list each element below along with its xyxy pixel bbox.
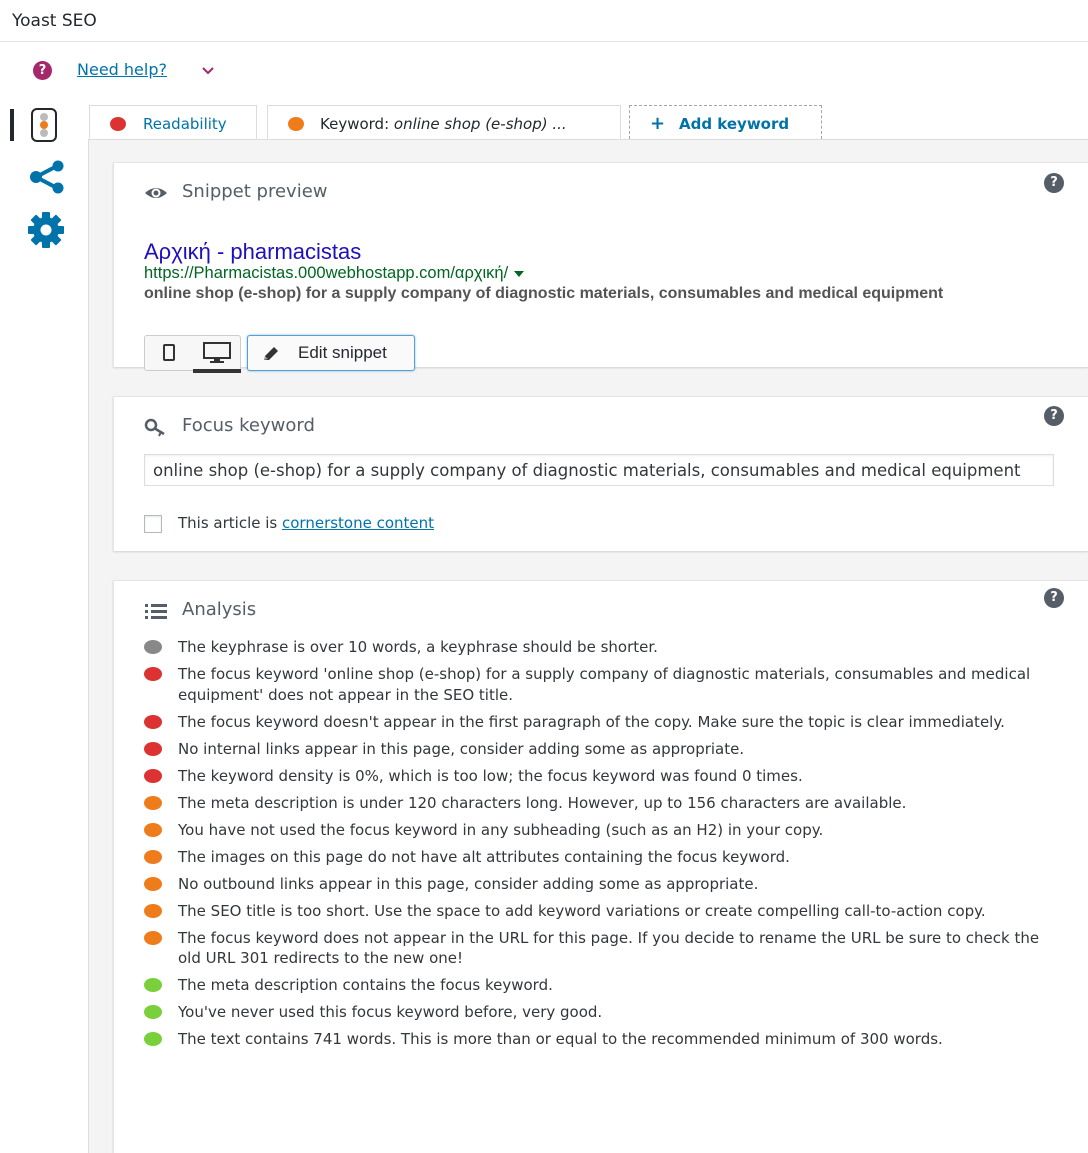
metabox-title: Yoast SEO — [12, 11, 97, 31]
help-row: ? Need help? — [33, 58, 333, 84]
edit-snippet-label: Edit snippet — [298, 343, 387, 362]
analysis-item: No internal links appear in this page, c… — [144, 739, 1044, 760]
device-toggle — [144, 335, 241, 373]
tab-keyword-label: Keyword: online shop (e-shop) ... — [320, 115, 567, 133]
key-icon — [144, 418, 165, 437]
question-circle-icon: ? — [33, 61, 52, 80]
analysis-item: You've never used this focus keyword bef… — [144, 1002, 1044, 1023]
analysis-item: The SEO title is too short. Use the spac… — [144, 901, 1044, 922]
need-help-link[interactable]: Need help? — [77, 60, 167, 79]
sidebar-divider — [88, 140, 89, 1153]
analysis-item: The keyphrase is over 10 words, a keyphr… — [144, 637, 1044, 658]
edit-snippet-button[interactable]: Edit snippet — [247, 335, 415, 371]
status-bullet-red — [144, 741, 162, 756]
add-keyword-label: Add keyword — [679, 115, 790, 133]
status-bullet-orange — [144, 849, 162, 864]
status-bullet-grey — [144, 640, 162, 654]
analysis-item: The focus keyword 'online shop (e-shop) … — [144, 664, 1044, 705]
analysis-item-text: The focus keyword doesn't appear in the … — [178, 712, 1005, 731]
analysis-list: The keyphrase is over 10 words, a keyphr… — [144, 637, 1044, 1056]
analysis-item-text: No internal links appear in this page, c… — [178, 739, 745, 758]
active-device-indicator — [193, 369, 241, 373]
help-icon[interactable]: ? — [1044, 173, 1064, 193]
snippet-description[interactable]: online shop (e-shop) for a supply compan… — [144, 284, 1044, 304]
eye-icon — [145, 188, 167, 198]
chevron-down-icon[interactable] — [199, 62, 217, 80]
analysis-item-text: The keyphrase is over 10 words, a keyphr… — [178, 638, 658, 656]
analysis-item-text: The meta description contains the focus … — [178, 976, 553, 994]
tab-keyword-value: online shop (e-shop) ... — [393, 115, 567, 133]
analysis-item: No outbound links appear in this page, c… — [144, 874, 1044, 895]
analysis-item-text: The focus keyword does not appear in the… — [178, 928, 1040, 968]
analysis-item-text: The images on this page do not have alt … — [178, 847, 790, 866]
list-icon — [145, 604, 167, 619]
analysis-item: The images on this page do not have alt … — [144, 847, 1044, 868]
focus-keyword-heading-label: Focus keyword — [182, 415, 315, 436]
tabs-baseline — [88, 139, 1088, 140]
status-bullet-green — [144, 978, 162, 992]
status-bullet-green — [144, 1005, 162, 1019]
status-bullet-red — [110, 117, 126, 131]
status-bullet-red — [144, 667, 162, 681]
analysis-item: The meta description contains the focus … — [144, 975, 1044, 996]
analysis-item-text: No outbound links appear in this page, c… — [178, 874, 759, 893]
analysis-item: The text contains 741 words. This is mor… — [144, 1029, 1044, 1050]
snippet-url[interactable]: https://Pharmacistas.000webhostapp.com/α… — [144, 264, 525, 283]
add-keyword-button[interactable]: + Add keyword — [629, 105, 822, 139]
desktop-icon[interactable] — [203, 342, 231, 364]
analysis-item-text: The meta description is under 120 charac… — [178, 793, 907, 812]
plus-icon: + — [650, 113, 666, 134]
focus-keyword-panel: Focus keyword ? online shop (e-shop) for… — [113, 396, 1088, 551]
tab-keyword[interactable]: Keyword: online shop (e-shop) ... — [267, 105, 621, 140]
analysis-panel: Analysis ? The keyphrase is over 10 word… — [113, 580, 1088, 1153]
mobile-icon[interactable] — [163, 344, 175, 361]
help-icon[interactable]: ? — [1044, 588, 1064, 608]
analysis-item-text: You have not used the focus keyword in a… — [178, 820, 824, 839]
status-bullet-green — [144, 1032, 162, 1046]
cornerstone-content-link[interactable]: cornerstone content — [282, 514, 434, 532]
tab-readability-label: Readability — [143, 115, 227, 133]
cornerstone-label: This article is cornerstone content — [178, 514, 435, 532]
analysis-item: You have not used the focus keyword in a… — [144, 820, 1044, 841]
snippet-preview-heading-label: Snippet preview — [182, 181, 328, 202]
analysis-item: The meta description is under 120 charac… — [144, 793, 1044, 814]
analysis-item: The keyword density is 0%, which is too … — [144, 766, 1044, 787]
analysis-item-text: The keyword density is 0%, which is too … — [178, 766, 803, 785]
status-bullet-orange — [144, 795, 162, 810]
traffic-light-icon[interactable] — [31, 108, 57, 142]
focus-keyword-input[interactable]: online shop (e-shop) for a supply compan… — [144, 454, 1054, 486]
status-bullet-red — [144, 768, 162, 783]
status-bullet-orange — [144, 930, 162, 945]
tab-readability[interactable]: Readability — [89, 105, 257, 139]
analysis-heading-label: Analysis — [182, 599, 257, 620]
cornerstone-checkbox[interactable] — [144, 515, 162, 533]
status-bullet-orange — [288, 117, 304, 131]
snippet-url-text: https://Pharmacistas.000webhostapp.com/α… — [144, 264, 509, 282]
analysis-item-text: The focus keyword 'online shop (e-shop) … — [178, 665, 1031, 704]
analysis-item-text: You've never used this focus keyword bef… — [178, 1003, 603, 1021]
status-bullet-red — [144, 714, 162, 729]
caret-down-icon — [514, 270, 525, 277]
status-bullet-orange — [144, 903, 162, 918]
snippet-title[interactable]: Αρχική - pharmacistas — [144, 239, 361, 265]
snippet-preview-panel: Snippet preview ? Αρχική - pharmacistas … — [113, 162, 1088, 373]
gear-icon[interactable] — [26, 210, 66, 250]
analysis-item: The focus keyword does not appear in the… — [144, 928, 1044, 969]
pencil-icon — [264, 347, 278, 360]
status-bullet-orange — [144, 876, 162, 891]
status-bullet-orange — [144, 822, 162, 837]
metabox-sidebar — [0, 100, 88, 1153]
analysis-item-text: The text contains 741 words. This is mor… — [178, 1030, 943, 1048]
analysis-item: The focus keyword doesn't appear in the … — [144, 712, 1044, 733]
share-icon[interactable] — [28, 160, 66, 194]
metabox-header[interactable]: Yoast SEO — [0, 0, 1088, 42]
help-icon[interactable]: ? — [1044, 406, 1064, 426]
analysis-item-text: The SEO title is too short. Use the spac… — [178, 901, 986, 920]
active-indicator — [10, 109, 14, 141]
